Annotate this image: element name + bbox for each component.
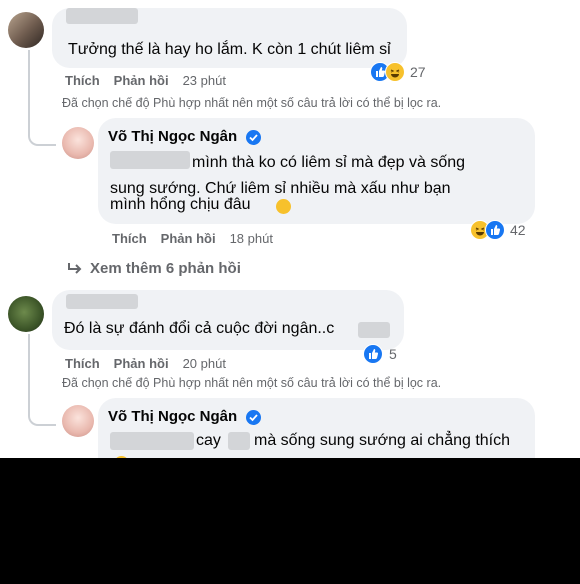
blurred-mention xyxy=(110,151,190,169)
comment-bubble: Đó là sự đánh đổi cả cuộc đời ngân..c xyxy=(52,290,404,350)
commenter-avatar[interactable] xyxy=(8,296,44,332)
reaction-count: 42 xyxy=(510,222,526,238)
laughing-emoji-icon xyxy=(114,456,129,458)
comment-text: Tưởng thế là hay ho lắm. K còn 1 chút li… xyxy=(68,41,391,58)
reply-author-name[interactable]: Võ Thị Ngọc Ngân xyxy=(108,128,237,145)
reply-link[interactable]: Phản hồi xyxy=(161,231,216,246)
comment-bubble: Tưởng thế là hay ho lắm. K còn 1 chút li… xyxy=(52,8,407,68)
filter-notice: Đã chọn chế độ Phù hợp nhất nên một số c… xyxy=(62,96,442,110)
blurred-username xyxy=(66,8,138,24)
blurred-word xyxy=(228,432,250,450)
author-avatar[interactable] xyxy=(62,405,94,437)
commenter-avatar[interactable] xyxy=(8,12,44,48)
comment-actions: Thích Phản hồi 20 phút xyxy=(65,356,240,371)
comment-time[interactable]: 20 phút xyxy=(183,356,226,371)
reply-bubble: Võ Thị Ngọc Ngân mình thà ko có liêm sỉ … xyxy=(98,118,535,224)
like-reaction-icon xyxy=(363,344,383,364)
reply-author-name[interactable]: Võ Thị Ngọc Ngân xyxy=(108,408,237,425)
blurred-word xyxy=(358,322,390,338)
reaction-summary[interactable]: 5 xyxy=(363,343,397,365)
reply-time[interactable]: 18 phút xyxy=(230,231,273,246)
filter-notice: Đã chọn chế độ Phù hợp nhất nên một số c… xyxy=(62,376,442,390)
reaction-summary[interactable]: 42 xyxy=(470,219,526,241)
reply-actions: Thích Phản hồi 18 phút xyxy=(112,231,287,246)
like-link[interactable]: Thích xyxy=(112,231,147,246)
blurred-mention xyxy=(110,432,194,450)
reaction-count: 27 xyxy=(410,64,426,80)
verified-badge-icon xyxy=(246,410,261,425)
reply-link[interactable]: Phản hồi xyxy=(114,73,169,88)
comment-text: Đó là sự đánh đổi cả cuộc đời ngân..c xyxy=(64,320,335,337)
reply-text-part-1: cay xyxy=(196,432,221,449)
reply-bubble: Võ Thị Ngọc Ngân cay mà sống sung sướng … xyxy=(98,398,535,458)
laughing-emoji-icon xyxy=(276,199,291,214)
author-avatar[interactable] xyxy=(62,127,94,159)
like-reaction-icon xyxy=(485,220,505,240)
verified-badge-icon xyxy=(246,130,261,145)
reply-thread-line xyxy=(28,334,56,426)
reply-arrow-icon xyxy=(68,263,82,274)
reply-text-part-2: mà sống sung sướng ai chẳng thích xyxy=(254,432,511,449)
comments-panel: Tưởng thế là hay ho lắm. K còn 1 chút li… xyxy=(0,0,580,458)
reply-link[interactable]: Phản hồi xyxy=(114,356,169,371)
like-link[interactable]: Thích xyxy=(65,356,100,371)
reply-thread-line xyxy=(28,50,56,146)
comment-actions: Thích Phản hồi 23 phút xyxy=(65,73,240,88)
reaction-summary[interactable]: 27 xyxy=(370,61,426,83)
reply-text-line-1: mình thà ko có liêm sỉ mà đẹp và sống xyxy=(192,154,466,171)
haha-reaction-icon xyxy=(385,62,405,82)
blurred-username xyxy=(66,294,138,309)
more-replies-label: Xem thêm 6 phản hồi xyxy=(90,260,241,277)
reaction-count: 5 xyxy=(389,346,397,362)
like-link[interactable]: Thích xyxy=(65,73,100,88)
reply-text-line-3: mình hổng chịu đâu xyxy=(110,196,251,213)
comment-time[interactable]: 23 phút xyxy=(183,73,226,88)
